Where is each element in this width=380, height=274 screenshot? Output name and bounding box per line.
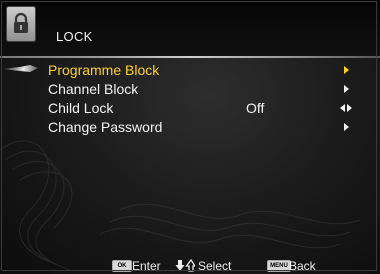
menu-item-change-password[interactable]: Change Password [0, 118, 380, 136]
child-lock-value: Off [246, 100, 265, 116]
right-arrow-icon [344, 123, 349, 131]
menu-item-label: Programme Block [48, 62, 160, 78]
header-divider [0, 56, 380, 58]
header-bar: LOCK [0, 0, 380, 58]
menu-item-child-lock[interactable]: Child Lock Off [0, 99, 380, 117]
menu-item-label: Child Lock [48, 100, 114, 116]
right-arrow-icon [344, 85, 349, 93]
right-arrow-icon [344, 66, 349, 74]
menu-item-label: Change Password [48, 119, 163, 135]
enter-hint-label: Enter [132, 259, 161, 273]
page-title: LOCK [56, 29, 93, 44]
lock-icon [6, 6, 36, 42]
menu-item-channel-block[interactable]: Channel Block [0, 80, 380, 98]
ok-key-icon: OK [112, 260, 132, 272]
menu-item-programme-block[interactable]: Programme Block [0, 61, 380, 79]
selection-pointer-icon [2, 65, 38, 72]
back-hint-label: Back [289, 259, 316, 273]
tv-osd-screen: LOCK Programme Block Channel Block Child… [0, 0, 380, 274]
footer-hint-bar: OK Enter Select MENU Back [0, 258, 380, 274]
select-hint-label: Select [198, 259, 232, 273]
down-up-arrows-icon [175, 259, 195, 272]
menu-key-icon: MENU [267, 260, 291, 272]
left-right-arrows-icon [340, 104, 352, 112]
menu-item-label: Channel Block [48, 81, 139, 97]
